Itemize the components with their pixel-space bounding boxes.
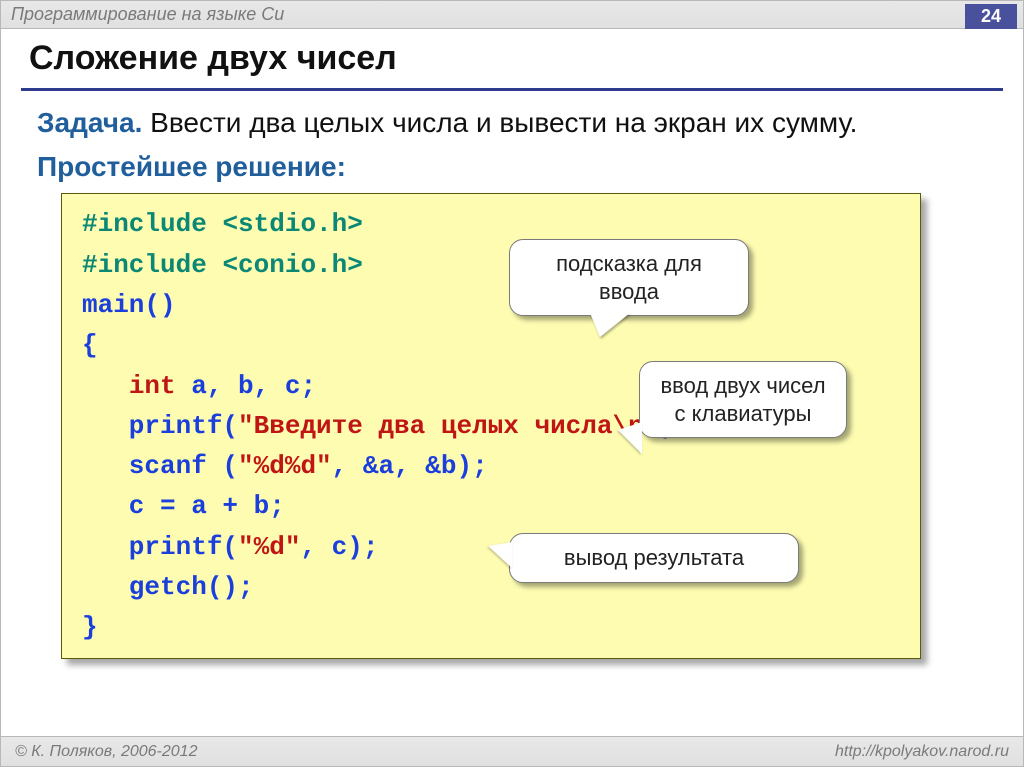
task-label: Задача. (37, 107, 142, 138)
body: Задача. Ввести два целых числа и вывести… (1, 91, 1023, 736)
callout-text: ввод двух чисел с клавиатуры (660, 373, 825, 426)
code-region: #include <stdio.h> #include <conio.h> ma… (61, 193, 977, 658)
callout-output-result: вывод результата (509, 533, 799, 583)
page-number: 24 (965, 4, 1017, 29)
callout-tail-icon (618, 422, 642, 454)
code-line: } (82, 607, 900, 647)
callout-text: подсказка для ввода (556, 251, 702, 304)
slide: Программирование на языке Си 24 Сложение… (0, 0, 1024, 767)
footer: © К. Поляков, 2006-2012 http://kpolyakov… (1, 736, 1023, 766)
deck-title: Программирование на языке Си (11, 4, 284, 25)
task-text: Ввести два целых числа и вывести на экра… (142, 107, 857, 138)
code-line: scanf ("%d%d", &a, &b); (82, 446, 900, 486)
task-paragraph: Задача. Ввести два целых числа и вывести… (37, 105, 987, 141)
code-line: #include <stdio.h> (82, 204, 900, 244)
code-line: { (82, 325, 900, 365)
code-line: c = a + b; (82, 486, 900, 526)
slide-title: Сложение двух чисел (29, 39, 995, 78)
code-line: #include <conio.h> (82, 245, 900, 285)
copyright: © К. Поляков, 2006-2012 (15, 743, 197, 761)
heading-area: Сложение двух чисел (1, 29, 1023, 84)
callout-tail-icon (590, 313, 630, 337)
code-line: main() (82, 285, 900, 325)
solution-label: Простейшее решение: (37, 151, 987, 183)
footer-url: http://kpolyakov.narod.ru (835, 743, 1009, 761)
top-bar: Программирование на языке Си 24 (1, 1, 1023, 29)
callout-input-two-numbers: ввод двух чисел с клавиатуры (639, 361, 847, 438)
callout-text: вывод результата (564, 545, 744, 570)
callout-tail-icon (488, 542, 512, 568)
callout-hint-input: подсказка для ввода (509, 239, 749, 316)
